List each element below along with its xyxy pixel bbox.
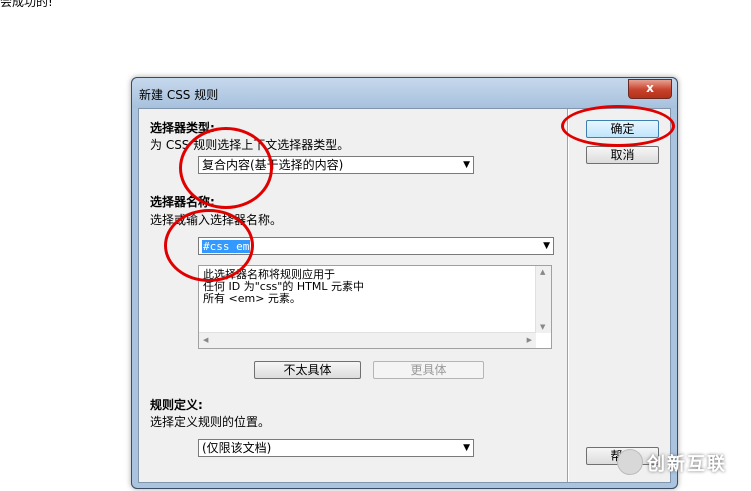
rule-definition-label: 规则定义: <box>150 398 203 412</box>
button-column-divider <box>567 109 569 482</box>
scroll-down-icon: ▼ <box>540 323 546 331</box>
less-specific-button[interactable]: 不太具体 <box>254 361 361 379</box>
horizontal-scrollbar[interactable]: ◀ ▶ <box>199 332 536 348</box>
close-button[interactable]: x <box>628 79 672 99</box>
watermark: 创新互联 <box>617 447 749 475</box>
close-icon: x <box>646 81 654 95</box>
explanation-line: 所有 <em> 元素。 <box>203 292 301 305</box>
chevron-down-icon: ▼ <box>463 160 470 170</box>
selector-explanation-box[interactable]: 此选择器名称将规则应用于 任何 ID 为"css"的 HTML 元素中 所有 <… <box>198 265 552 349</box>
chevron-down-icon: ▼ <box>543 241 550 251</box>
rule-definition-description: 选择定义规则的位置。 <box>150 415 271 429</box>
annotation-circle <box>561 105 675 147</box>
dialog-titlebar[interactable]: 新建 CSS 规则 x <box>132 78 677 108</box>
rule-definition-value: (仅限该文档) <box>202 441 272 455</box>
dialog-title: 新建 CSS 规则 <box>139 88 219 102</box>
annotation-circle <box>164 209 254 282</box>
annotation-circle <box>179 127 273 209</box>
brand-logo-icon <box>617 449 643 475</box>
scroll-left-icon: ◀ <box>203 336 209 344</box>
more-specific-button[interactable]: 更具体 <box>373 361 484 379</box>
vertical-scrollbar[interactable]: ▲ ▼ <box>535 266 551 333</box>
rule-definition-select[interactable]: (仅限该文档) ▼ <box>198 439 474 457</box>
watermark-text: 创新互联 <box>647 454 727 475</box>
scroll-right-icon: ▶ <box>526 336 532 344</box>
cancel-button[interactable]: 取消 <box>586 146 659 164</box>
chevron-down-icon: ▼ <box>463 443 470 453</box>
scroll-up-icon: ▲ <box>540 268 546 276</box>
page-top-text: 会成功的! <box>0 0 53 9</box>
